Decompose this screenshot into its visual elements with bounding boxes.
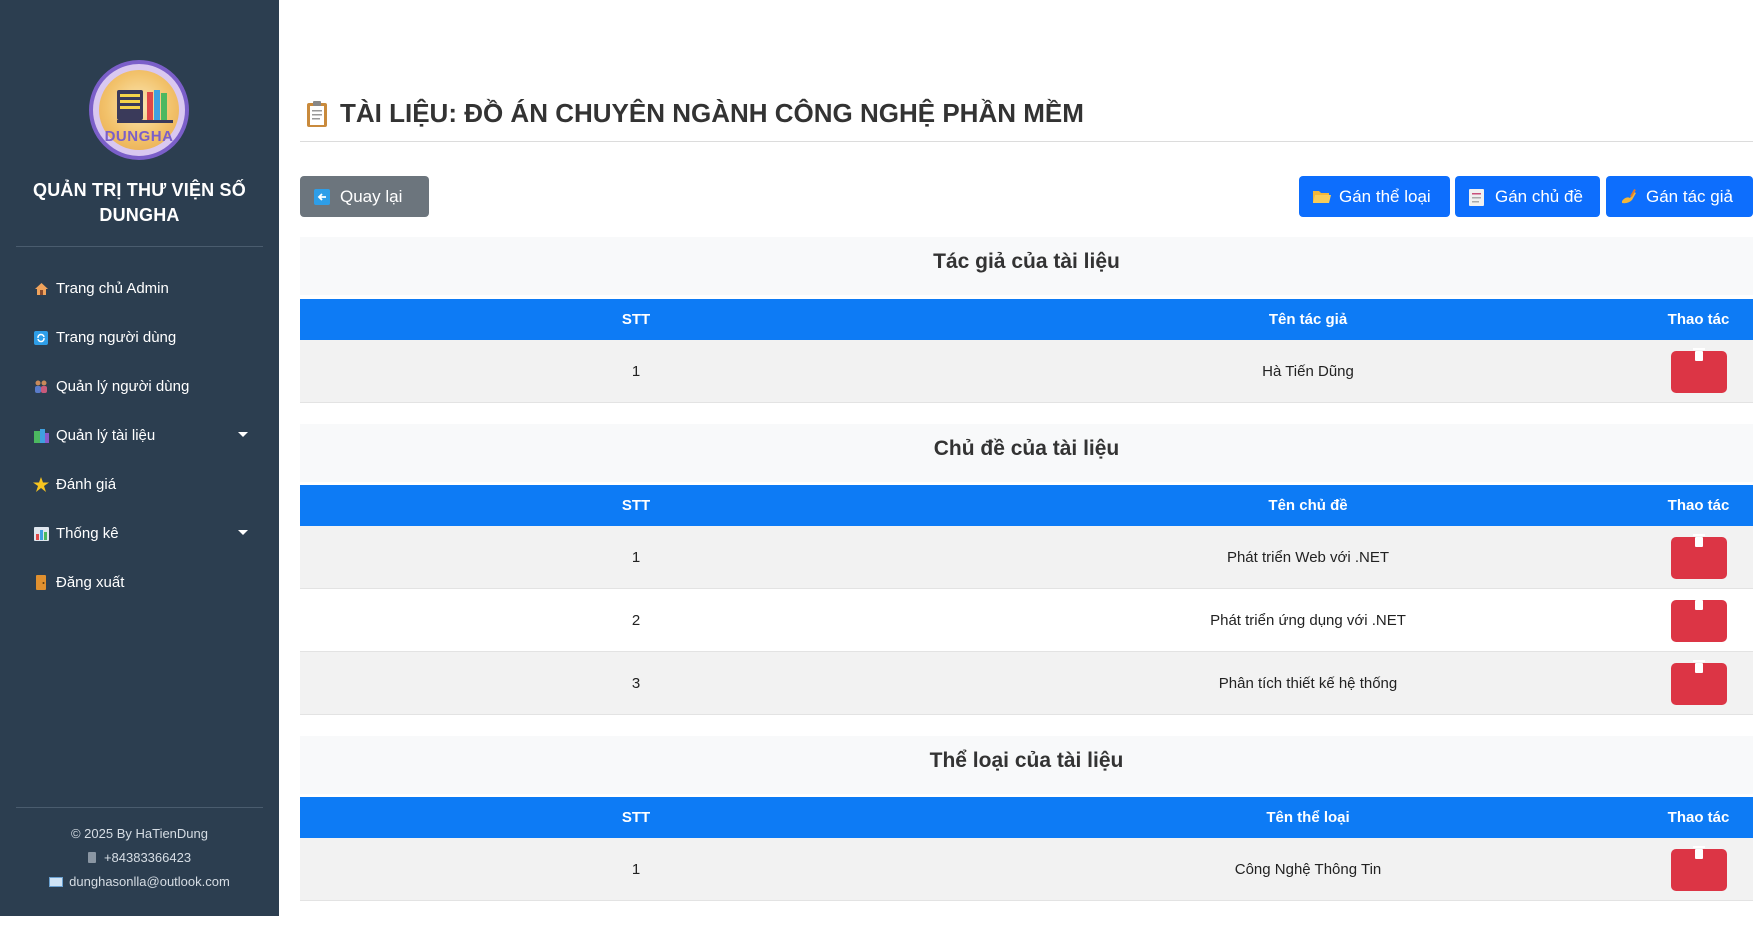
brand-title: QUẢN TRỊ THƯ VIỆN SỐ DUNGHA xyxy=(0,178,279,228)
back-button[interactable]: Quay lại xyxy=(300,176,429,217)
row-topic-name: Phân tích thiết kế hệ thống xyxy=(1218,675,1398,692)
title-divider xyxy=(300,141,1753,142)
topics-table-header: STT Tên chủ đề Thao tác xyxy=(300,485,1753,526)
row-stt: 1 xyxy=(631,549,641,566)
email-icon xyxy=(49,877,64,887)
table-row: 1 Hà Tiến Dũng xyxy=(300,340,1753,403)
column-header-author-name: Tên tác giả xyxy=(1268,311,1348,328)
delete-button[interactable] xyxy=(1671,348,1727,393)
sidebar-divider-top xyxy=(16,246,263,247)
logo-text: DUNGHA xyxy=(104,128,174,145)
table-row: 1 Phát triển Web với .NET xyxy=(300,526,1753,589)
books-icon xyxy=(32,428,50,444)
table-row: 2 Phát triển ứng dụng với .NET xyxy=(300,589,1753,652)
authors-table-header: STT Tên tác giả Thao tác xyxy=(300,299,1753,340)
folder-icon xyxy=(1313,189,1331,205)
row-stt: 1 xyxy=(631,861,641,878)
home-icon xyxy=(32,281,50,297)
sidebar-item-label: Đăng xuất xyxy=(56,574,125,591)
page-title-text: TÀI LIỆU: ĐỒ ÁN CHUYÊN NGÀNH CÔNG NGHỆ P… xyxy=(340,98,1084,128)
row-author-name: Hà Tiến Dũng xyxy=(1262,363,1354,380)
users-icon xyxy=(32,379,50,395)
column-header-stt: STT xyxy=(621,809,651,826)
topics-section-heading: Chủ đề của tài liệu xyxy=(300,424,1753,482)
sidebar: DUNGHA QUẢN TRỊ THƯ VIỆN SỐ DUNGHA Trang… xyxy=(0,0,279,916)
copyright-text: © 2025 By HaTienDung xyxy=(70,826,208,841)
column-header-actions: Thao tác xyxy=(1667,311,1730,328)
logo: DUNGHA xyxy=(89,60,189,160)
sidebar-item-label: Trang người dùng xyxy=(56,329,177,346)
row-stt: 3 xyxy=(631,675,641,692)
chart-icon xyxy=(32,526,50,542)
table-row: 3 Phân tích thiết kế hệ thống xyxy=(300,652,1753,715)
genres-table-header: STT Tên thể loại Thao tác xyxy=(300,797,1753,838)
sidebar-item-statistics[interactable]: Thống kê xyxy=(0,509,279,558)
star-icon xyxy=(32,477,50,493)
sidebar-item-label: Đánh giá xyxy=(56,476,117,493)
row-topic-name: Phát triển ứng dụng với .NET xyxy=(1210,612,1406,629)
assign-genre-label: Gán thể loại xyxy=(1339,186,1431,206)
assign-topic-button[interactable]: Gán chủ đề xyxy=(1455,176,1600,217)
chevron-down-icon xyxy=(238,432,248,437)
sidebar-item-label: Quản lý người dùng xyxy=(56,378,190,395)
sidebar-item-label: Trang chủ Admin xyxy=(56,280,169,297)
trash-icon xyxy=(1693,534,1705,547)
phone-line: +84383366423 xyxy=(0,846,279,870)
row-topic-name: Phát triển Web với .NET xyxy=(1226,549,1390,566)
sidebar-nav: Trang chủ Admin Trang người dùng Quản lý… xyxy=(0,264,279,607)
books-logo-icon xyxy=(117,90,173,123)
arrow-left-icon xyxy=(314,188,332,205)
table-row: 1 Công Nghệ Thông Tin xyxy=(300,838,1753,901)
delete-button[interactable] xyxy=(1671,534,1727,579)
trash-icon xyxy=(1693,597,1705,610)
chevron-down-icon xyxy=(238,530,248,535)
clipboard-icon xyxy=(306,100,328,128)
door-icon xyxy=(32,575,50,591)
back-button-label: Quay lại xyxy=(340,186,403,206)
sidebar-item-reviews[interactable]: Đánh giá xyxy=(0,460,279,509)
sidebar-item-user-management[interactable]: Quản lý người dùng xyxy=(0,362,279,411)
sidebar-divider-bottom xyxy=(16,807,263,808)
column-header-actions: Thao tác xyxy=(1667,497,1730,514)
trash-icon xyxy=(1693,846,1705,859)
delete-button[interactable] xyxy=(1671,846,1727,891)
writing-hand-icon xyxy=(1620,188,1638,205)
sidebar-item-logout[interactable]: Đăng xuất xyxy=(0,558,279,607)
phone-text: +84383366423 xyxy=(103,850,192,865)
assign-topic-label: Gán chủ đề xyxy=(1495,186,1583,206)
brand-line-1: QUẢN TRỊ THƯ VIỆN SỐ xyxy=(33,180,246,200)
row-stt: 1 xyxy=(631,363,641,380)
assign-genre-button[interactable]: Gán thể loại xyxy=(1299,176,1450,217)
document-icon xyxy=(1469,188,1487,206)
column-header-actions: Thao tác xyxy=(1667,809,1730,826)
column-header-genre-name: Tên thể loại xyxy=(1266,809,1350,826)
sidebar-item-document-management[interactable]: Quản lý tài liệu xyxy=(0,411,279,460)
email-line: dunghasonlla@outlook.com xyxy=(0,870,279,894)
column-header-stt: STT xyxy=(621,311,651,328)
column-header-stt: STT xyxy=(621,497,651,514)
sidebar-item-admin-home[interactable]: Trang chủ Admin xyxy=(0,264,279,313)
assign-author-button[interactable]: Gán tác giả xyxy=(1606,176,1753,217)
genres-section-heading: Thể loại của tài liệu xyxy=(300,736,1753,794)
sidebar-footer: © 2025 By HaTienDung +84383366423 dungha… xyxy=(0,822,279,894)
refresh-icon xyxy=(32,330,50,346)
sidebar-item-label: Thống kê xyxy=(56,525,119,542)
trash-icon xyxy=(1693,348,1705,361)
page-title: TÀI LIỆU: ĐỒ ÁN CHUYÊN NGÀNH CÔNG NGHỆ P… xyxy=(306,98,1084,129)
phone-icon xyxy=(87,852,96,863)
delete-button[interactable] xyxy=(1671,660,1727,705)
email-text: dunghasonlla@outlook.com xyxy=(69,874,230,889)
row-genre-name: Công Nghệ Thông Tin xyxy=(1234,861,1382,878)
sidebar-item-label: Quản lý tài liệu xyxy=(56,427,156,444)
delete-button[interactable] xyxy=(1671,597,1727,642)
authors-section-heading: Tác giả của tài liệu xyxy=(300,237,1753,295)
trash-icon xyxy=(1693,660,1705,673)
brand-line-2: DUNGHA xyxy=(99,205,180,225)
sidebar-item-user-page[interactable]: Trang người dùng xyxy=(0,313,279,362)
assign-author-label: Gán tác giả xyxy=(1646,186,1733,206)
row-stt: 2 xyxy=(631,612,641,629)
column-header-topic-name: Tên chủ đề xyxy=(1268,497,1348,514)
